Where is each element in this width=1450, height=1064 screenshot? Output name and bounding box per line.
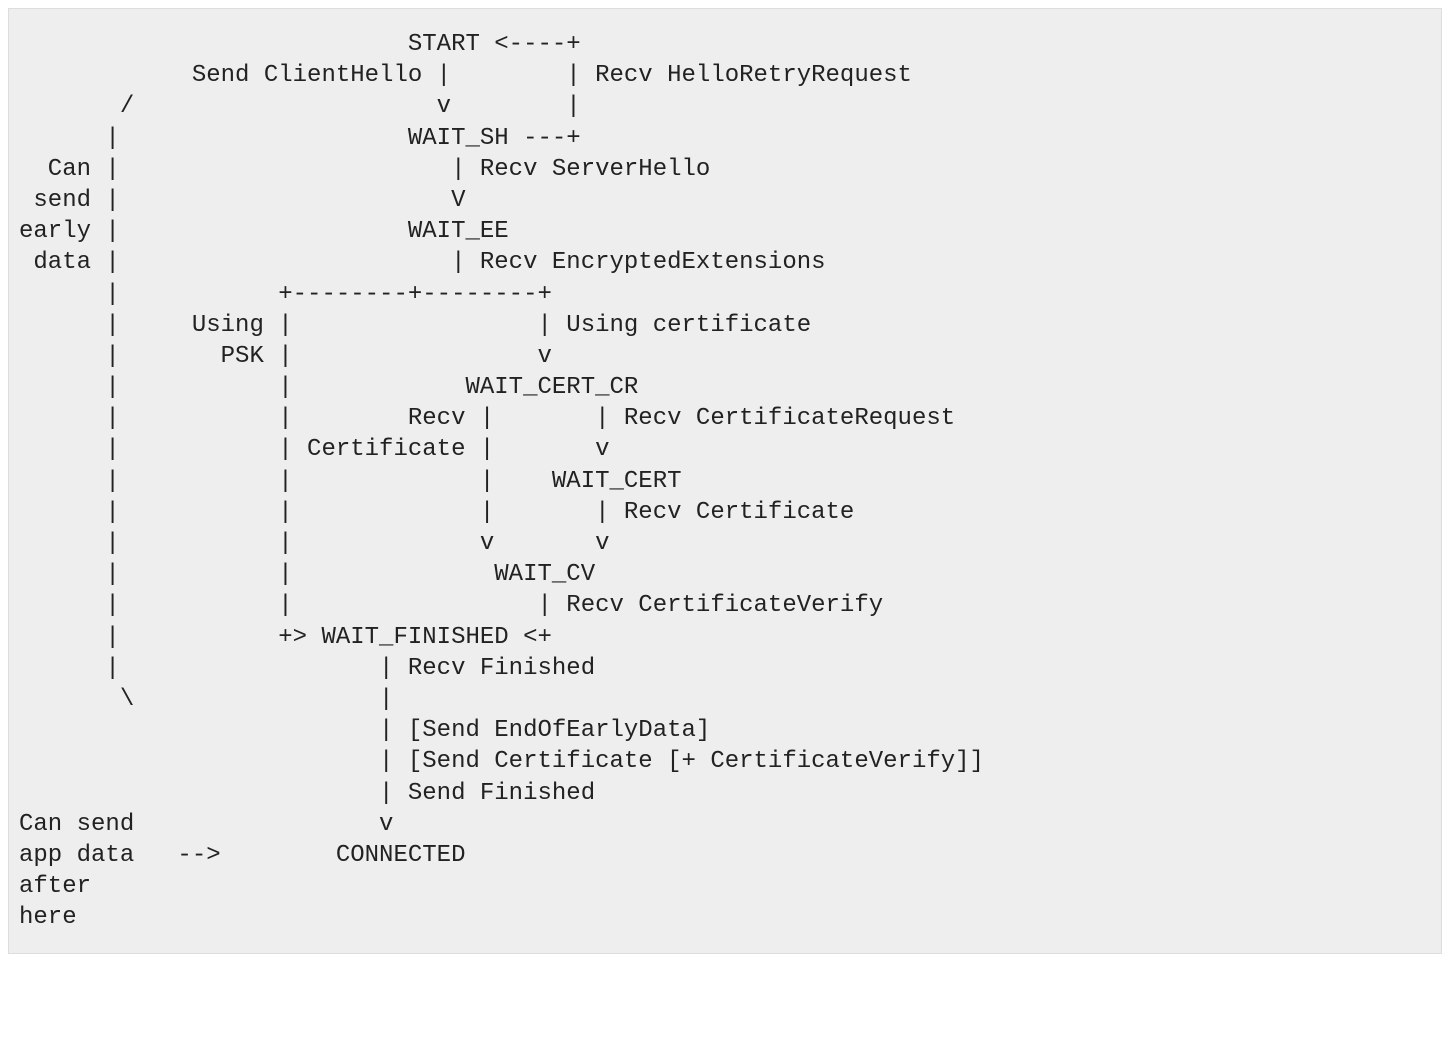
state-machine-diagram: START <----+ Send ClientHello | | Recv H… [8, 8, 1442, 954]
ascii-art-diagram: START <----+ Send ClientHello | | Recv H… [19, 29, 1431, 933]
